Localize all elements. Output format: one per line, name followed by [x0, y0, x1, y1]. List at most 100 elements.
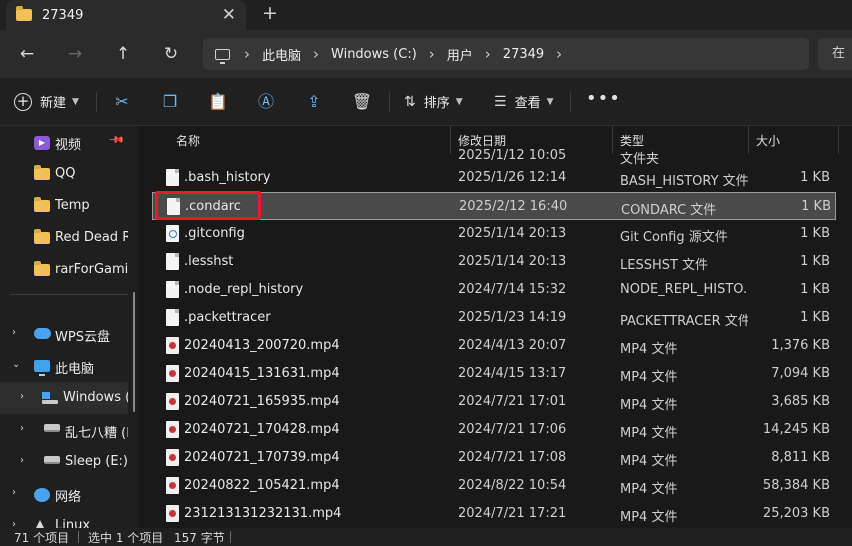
- search-input[interactable]: 在: [818, 38, 852, 70]
- chevron-right-icon[interactable]: ›: [429, 45, 435, 63]
- table-row[interactable]: .bash_history 2025/1/26 12:14 BASH_HISTORY…: [152, 164, 836, 192]
- chevron-right-icon[interactable]: ›: [485, 45, 491, 63]
- sidebar-item[interactable]: › 乱七八糟 (D: [0, 414, 128, 446]
- toolbar-divider: [96, 92, 97, 112]
- sidebar-item-label: Temp: [55, 198, 90, 213]
- file-date: 2025/1/14 20:13: [458, 226, 567, 241]
- file-size: 1 KB: [800, 254, 830, 269]
- table-row[interactable]: 20240822_105421.mp4 2024/8/22 10:54 MP4 文件…: [152, 472, 836, 500]
- chevron-right-icon[interactable]: ›: [556, 45, 562, 63]
- file-name: 20240721_170428.mp4: [184, 422, 340, 437]
- folder-icon: [16, 6, 32, 21]
- sidebar-item-label: Sleep (E:): [65, 454, 128, 469]
- chevron-down-icon[interactable]: ⌄: [12, 359, 20, 370]
- sidebar-item[interactable]: › Windows (: [0, 382, 128, 414]
- table-row[interactable]: .gitconfig 2025/1/14 20:13 Git Config 源文件 1…: [152, 220, 836, 248]
- back-arrow-icon[interactable]: ←: [15, 42, 39, 66]
- sidebar-item-label: Red Dead R: [55, 230, 128, 245]
- file-name: .packettracer: [184, 310, 271, 325]
- breadcrumb-windows-drive[interactable]: Windows (C:): [331, 47, 417, 62]
- chevron-right-icon[interactable]: ›: [12, 487, 16, 498]
- table-row[interactable]: 20240415_131631.mp4 2024/4/15 13:17 MP4 文件…: [152, 360, 836, 388]
- file-size: 14,245 KB: [762, 422, 830, 437]
- copy-icon[interactable]: ❐: [159, 91, 181, 113]
- table-row[interactable]: 231213131232131.mp4 2024/7/21 17:21 MP4 文件…: [152, 500, 836, 528]
- view-list-icon: ☰: [494, 93, 507, 110]
- sidebar-item-label: 乱七八糟 (D: [65, 426, 128, 441]
- table-row[interactable]: .packettracer 2025/1/23 14:19 PACKETTRACER…: [152, 304, 836, 332]
- sidebar-item[interactable]: rarForGamin: [0, 254, 128, 286]
- video-file-icon: [166, 505, 179, 522]
- forward-arrow-icon[interactable]: →: [63, 42, 87, 66]
- chevron-right-icon[interactable]: ›: [12, 327, 16, 338]
- cut-icon[interactable]: ✂: [111, 91, 133, 113]
- chevron-right-icon[interactable]: ›: [20, 423, 24, 434]
- file-date: 2024/4/15 13:17: [458, 366, 567, 381]
- new-tab-icon[interactable]: +: [262, 2, 278, 24]
- table-row[interactable]: .lesshst 2025/1/14 20:13 LESSHST 文件 1 KB: [152, 248, 836, 276]
- status-selection-size: 157 字节: [174, 531, 225, 545]
- paste-icon[interactable]: 📋: [207, 91, 229, 113]
- chevron-down-icon: ▼: [546, 96, 554, 107]
- chevron-right-icon[interactable]: ›: [20, 455, 24, 466]
- up-arrow-icon[interactable]: ↑: [111, 42, 135, 66]
- video-file-icon: [166, 449, 179, 466]
- file-date: 2024/8/22 10:54: [458, 478, 567, 493]
- sidebar-item[interactable]: › WPS云盘: [0, 318, 128, 350]
- sidebar-item[interactable]: Red Dead R: [0, 222, 128, 254]
- table-row[interactable]: 20240413_200720.mp4 2024/4/13 20:07 MP4 文件…: [152, 332, 836, 360]
- video-file-icon: [166, 337, 179, 354]
- new-button-label: 新建: [40, 96, 67, 111]
- navigation-pane: ▶视频📌 QQ Temp Red Dead R rarForGamin › WPS云盘 ⌄ 此电…: [0, 126, 138, 528]
- column-divider[interactable]: [838, 126, 839, 154]
- sidebar-item[interactable]: ▶ 视频 📌: [0, 126, 128, 158]
- chevron-right-icon[interactable]: ›: [20, 391, 24, 402]
- chevron-right-icon[interactable]: ›: [12, 519, 16, 528]
- file-size: 25,203 KB: [762, 506, 830, 521]
- breadcrumb-users[interactable]: 用户: [447, 45, 473, 64]
- sidebar-item[interactable]: ⌄ 此电脑: [0, 350, 128, 382]
- rename-icon[interactable]: Ⓐ: [255, 91, 277, 113]
- breadcrumb-user-folder[interactable]: 27349: [503, 47, 544, 62]
- share-icon[interactable]: ⇪: [303, 91, 325, 113]
- new-button[interactable]: + 新建 ▼: [14, 92, 79, 111]
- file-date: 2025/1/12 10:05: [458, 148, 567, 163]
- sidebar-item[interactable]: › Linux: [0, 510, 128, 528]
- file-date: 2025/1/26 12:14: [458, 170, 567, 185]
- sidebar-item-label: rarForGamin: [55, 262, 128, 277]
- sidebar-item-label: 此电脑: [55, 362, 95, 377]
- file-name: 20240413_200720.mp4: [184, 338, 340, 353]
- table-row[interactable]: 20240721_170739.mp4 2024/7/21 17:08 MP4 文件…: [152, 444, 836, 472]
- file-type: Git Config 源文件: [620, 230, 728, 245]
- breadcrumb-this-pc[interactable]: 此电脑: [262, 45, 301, 64]
- file-name: .gitconfig: [184, 226, 245, 241]
- file-size: 3,685 KB: [771, 394, 830, 409]
- table-row[interactable]: .node_repl_history 2024/7/14 15:32 NODE_RE…: [152, 276, 836, 304]
- status-divider: [230, 531, 231, 543]
- sidebar-item-label: QQ: [55, 166, 76, 181]
- computer-icon: [34, 360, 50, 376]
- sidebar-item[interactable]: › 网络: [0, 478, 128, 510]
- sidebar-item[interactable]: › Sleep (E:): [0, 446, 128, 478]
- video-file-icon: [166, 477, 179, 494]
- more-options-icon[interactable]: •••: [586, 88, 621, 109]
- chevron-right-icon[interactable]: ›: [244, 45, 250, 63]
- chevron-right-icon[interactable]: ›: [313, 45, 319, 63]
- sidebar-item[interactable]: Temp: [0, 190, 128, 222]
- close-tab-icon[interactable]: ✕: [222, 5, 236, 25]
- status-divider: [78, 531, 79, 543]
- sidebar-item[interactable]: QQ: [0, 158, 128, 190]
- tab-current-folder[interactable]: 27349 ✕: [6, 0, 246, 30]
- refresh-icon[interactable]: ↻: [159, 42, 183, 66]
- sort-button[interactable]: ⇅ 排序 ▼: [404, 92, 463, 112]
- view-button[interactable]: ☰ 查看 ▼: [494, 92, 554, 112]
- file-icon: [166, 281, 179, 298]
- sidebar-item-label: Linux: [55, 518, 91, 528]
- table-row[interactable]: 20240721_165935.mp4 2024/7/21 17:01 MP4 文件…: [152, 388, 836, 416]
- file-type: MP4 文件: [620, 454, 678, 469]
- sidebar-scrollbar[interactable]: [133, 292, 135, 412]
- delete-icon[interactable]: 🗑: [351, 91, 373, 113]
- table-row[interactable]: 20240721_170428.mp4 2024/7/21 17:06 MP4 文件…: [152, 416, 836, 444]
- breadcrumb[interactable]: › 此电脑 › Windows (C:) › 用户 › 27349 ›: [203, 38, 809, 70]
- file-name: 20240822_105421.mp4: [184, 478, 340, 493]
